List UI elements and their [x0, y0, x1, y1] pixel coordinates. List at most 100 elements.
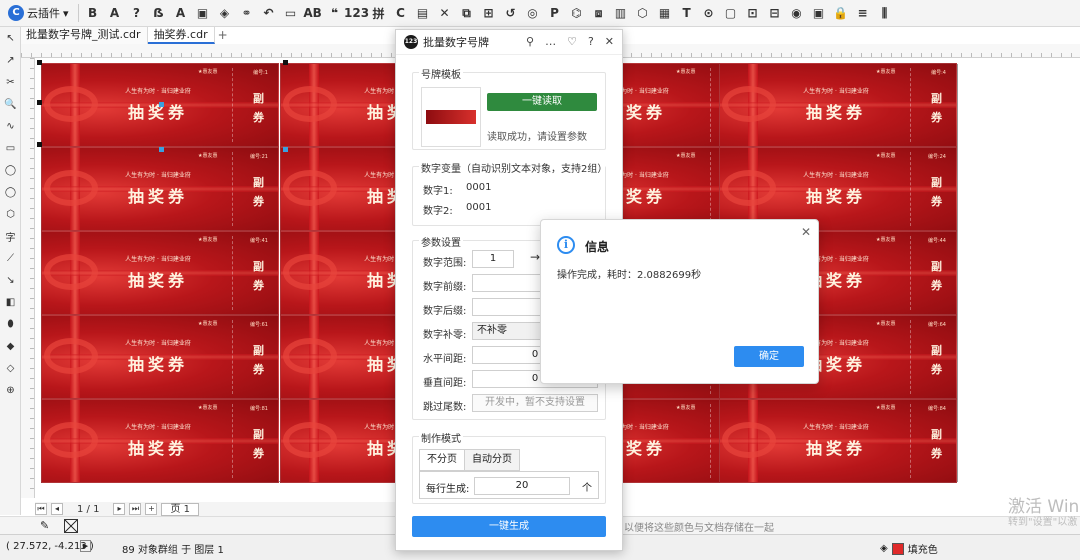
tool-5-icon[interactable]: ▭	[0, 137, 21, 159]
frame-icon[interactable]: ▣	[810, 4, 828, 22]
per-row-input[interactable]: 20	[474, 477, 570, 495]
picture-icon[interactable]: ▣	[194, 4, 212, 22]
tool-0-icon[interactable]: ↖	[0, 27, 21, 49]
node-handle[interactable]	[159, 147, 164, 152]
ab-icon[interactable]: AB	[303, 4, 321, 22]
tool-9-icon[interactable]: 字	[0, 225, 21, 247]
cloud-plugin-menu[interactable]: C 云插件 ▾	[4, 2, 73, 24]
last-page-button[interactable]: ⏭	[129, 503, 142, 515]
selection-handle[interactable]	[37, 100, 42, 105]
tool-3-icon[interactable]: 🔍	[0, 93, 21, 115]
selection-handle[interactable]	[283, 60, 288, 65]
share-icon[interactable]: ⌬	[568, 4, 586, 22]
tool-12-icon[interactable]: ◧	[0, 291, 21, 313]
template-group: 号牌模板 一键读取 读取成功，请设置参数	[412, 66, 606, 150]
tab-document-test[interactable]: 批量数字号牌_测试.cdr	[20, 27, 148, 44]
report-icon[interactable]: ▦	[656, 4, 674, 22]
circle-icon[interactable]: ◎	[524, 4, 542, 22]
barcode-icon[interactable]: ⫼	[876, 4, 894, 22]
tool-16-icon[interactable]: ⊕	[0, 379, 21, 401]
more-icon[interactable]: …	[545, 35, 556, 48]
p-icon[interactable]: P	[546, 4, 564, 22]
node-handle[interactable]	[159, 102, 164, 107]
page-tab-1[interactable]: 页 1	[161, 502, 199, 516]
merge-icon[interactable]: ⊞	[480, 4, 498, 22]
node-handle[interactable]	[283, 147, 288, 152]
quote-icon[interactable]: ❝	[326, 4, 344, 22]
close-icon[interactable]: ✕	[801, 225, 811, 239]
a-bold-icon[interactable]: A	[172, 4, 190, 22]
help-icon[interactable]: ?	[588, 35, 594, 48]
eyedropper-icon[interactable]: ✎	[40, 519, 49, 532]
selection-handle[interactable]	[37, 142, 42, 147]
layers-icon[interactable]: ⧈	[590, 4, 608, 22]
camera-icon[interactable]: ◉	[788, 4, 806, 22]
copy-icon[interactable]: ⧉	[458, 4, 476, 22]
heart-icon[interactable]: ♡	[567, 35, 577, 48]
target-icon[interactable]: ⊙	[700, 4, 718, 22]
tool-8-icon[interactable]: ⬡	[0, 203, 21, 225]
lottery-ticket[interactable]: ★惠友惠 人生有为时 · 当归建业府 抽奖券 编号:84 副券	[719, 399, 957, 483]
tool-13-icon[interactable]: ⬮	[0, 313, 21, 335]
tool-14-icon[interactable]: ◆	[0, 335, 21, 357]
screen-icon[interactable]: ▭	[282, 4, 300, 22]
tool-4-icon[interactable]: ∿	[0, 115, 21, 137]
next-page-button[interactable]: ▸	[113, 503, 126, 515]
perforation-line	[910, 236, 911, 310]
pages-icon[interactable]: ▢	[722, 4, 740, 22]
selection-handle[interactable]	[37, 60, 42, 65]
tool-15-icon[interactable]: ◇	[0, 357, 21, 379]
first-page-button[interactable]: ⏮	[35, 503, 47, 515]
tool-6-icon[interactable]: ◯	[0, 159, 21, 181]
tab-document-lottery[interactable]: 抽奖券.cdr	[147, 27, 215, 44]
cross-icon[interactable]: ✕	[436, 4, 454, 22]
text-frame-icon[interactable]: ẞ	[150, 4, 168, 22]
tab-no-split[interactable]: 不分页	[419, 449, 465, 471]
image-icon[interactable]: ?	[128, 4, 146, 22]
c-icon[interactable]: C	[392, 4, 410, 22]
vertical-ruler[interactable]	[21, 58, 35, 498]
a-icon[interactable]: B	[84, 4, 102, 22]
number-123-icon[interactable]: 123	[344, 4, 369, 22]
link-icon[interactable]: ⚭	[238, 4, 256, 22]
crop-icon[interactable]: ⊡	[744, 4, 762, 22]
tool-7-icon[interactable]: ◯	[0, 181, 21, 203]
tool-11-icon[interactable]: ↘	[0, 269, 21, 291]
lottery-ticket[interactable]: ★惠友惠 人生有为时 · 当归建业府 抽奖券 编号:61 副券	[41, 315, 279, 399]
align-icon[interactable]: ≡	[854, 4, 872, 22]
per-row-unit: 个	[582, 483, 592, 494]
pin-icon[interactable]: ⚲	[526, 35, 534, 48]
close-icon[interactable]: ✕	[605, 35, 614, 48]
prev-page-button[interactable]: ◂	[51, 503, 63, 515]
lottery-ticket[interactable]: ★惠友惠 人生有为时 · 当归建业府 抽奖券 编号:81 副券	[41, 399, 279, 483]
range-start-input[interactable]: 1	[472, 250, 514, 268]
text-icon[interactable]: T	[678, 4, 696, 22]
table-icon[interactable]: ▤	[414, 4, 432, 22]
ticket-title: 抽奖券	[127, 355, 188, 374]
lottery-ticket[interactable]: ★惠友惠 人生有为时 · 当归建业府 抽奖券 编号:21 副券	[41, 147, 279, 231]
read-template-button[interactable]: 一键读取	[487, 93, 597, 111]
tag-icon[interactable]: ⬡	[634, 4, 652, 22]
tab-auto-split[interactable]: 自动分页	[465, 449, 520, 471]
lottery-ticket[interactable]: ★惠友惠 人生有为时 · 当归建业府 抽奖券 编号:4 副券	[719, 63, 957, 147]
tool-10-icon[interactable]: ⟋	[0, 247, 21, 269]
pin-icon[interactable]: ↶	[260, 4, 278, 22]
add-page-button[interactable]: +	[145, 503, 158, 515]
lock-icon[interactable]: 🔒	[832, 4, 850, 22]
dashboard-icon[interactable]: ◈	[216, 4, 234, 22]
ok-button[interactable]: 确定	[734, 346, 804, 367]
tool-2-icon[interactable]: ✂	[0, 71, 21, 93]
fill-indicator[interactable]: ◈ 填充色	[880, 541, 938, 556]
text-a-icon[interactable]: A	[106, 4, 124, 22]
add-tab-icon[interactable]: +	[215, 27, 231, 43]
generate-button[interactable]: 一键生成	[412, 516, 606, 537]
reset-icon[interactable]: ↺	[502, 4, 520, 22]
chart-icon[interactable]: ▥	[612, 4, 630, 22]
ticket-tag: ★惠友惠	[876, 153, 896, 159]
grid-icon[interactable]: 拼	[370, 4, 388, 22]
lottery-ticket[interactable]: ★惠友惠 人生有为时 · 当归建业府 抽奖券 编号:41 副券	[41, 231, 279, 315]
no-color-swatch[interactable]	[64, 519, 78, 533]
play-icon[interactable]: ▶	[80, 540, 91, 552]
fit-icon[interactable]: ⊟	[766, 4, 784, 22]
tool-1-icon[interactable]: ↗	[0, 49, 21, 71]
